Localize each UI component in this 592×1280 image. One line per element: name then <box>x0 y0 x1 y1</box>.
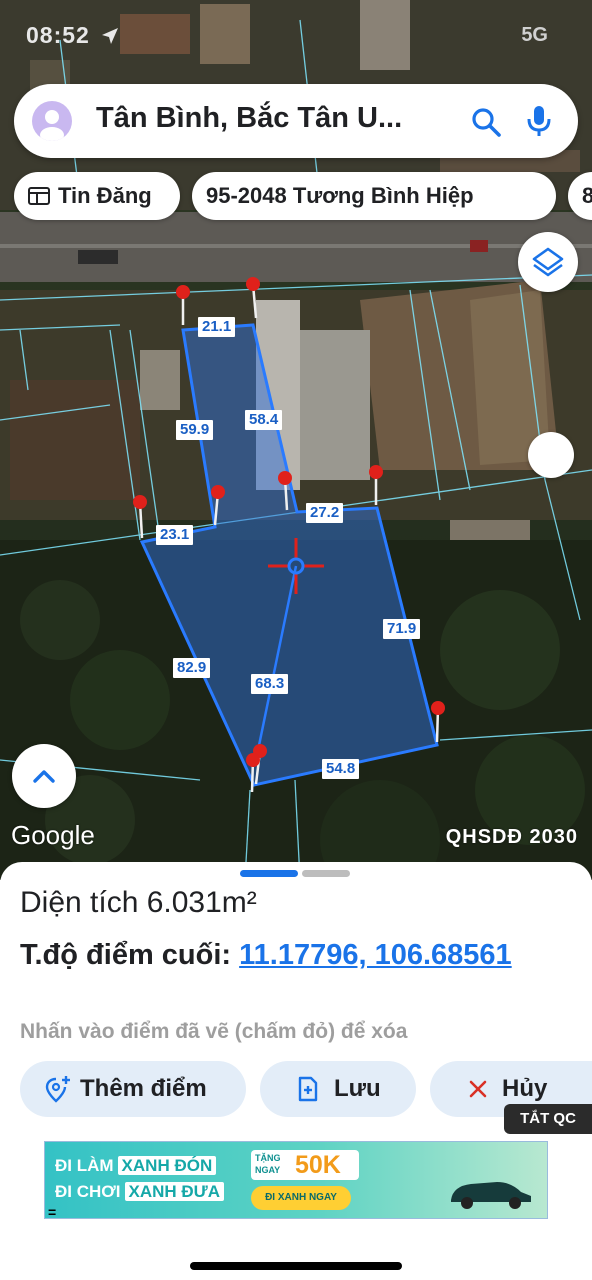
map-mode-label: QHSDĐ 2030 <box>445 826 578 848</box>
network-indicator: 5G <box>521 24 548 46</box>
layers-icon <box>532 247 564 277</box>
save-label: Lưu <box>334 1075 381 1102</box>
search-icon[interactable] <box>470 106 502 138</box>
chip-label: 95-2048 Tương Bình Hiệp <box>206 183 474 208</box>
sheet-page-indicator[interactable] <box>302 870 350 877</box>
measurement-label: 71.9 <box>383 619 421 639</box>
home-indicator[interactable] <box>190 1262 402 1270</box>
expand-button[interactable] <box>12 744 76 808</box>
side-panel-handle[interactable] <box>528 432 574 478</box>
coord-label: T.độ điểm cuối: <box>20 939 232 971</box>
last-point-coordinates: T.độ điểm cuối: 11.17796, 106.68561 <box>20 934 580 976</box>
ad-promo-big: 50K <box>295 1151 341 1179</box>
ad-line-1: ĐI LÀM XANH ĐÓN <box>55 1156 217 1176</box>
measurement-label: 59.9 <box>176 420 214 440</box>
ad-text: ĐI CHƠI <box>55 1182 121 1201</box>
screen: 21.1 59.9 58.4 27.2 23.1 71.9 82.9 68.3 … <box>0 0 592 1280</box>
satellite-map[interactable]: 21.1 59.9 58.4 27.2 23.1 71.9 82.9 68.3 … <box>0 0 592 880</box>
chip-tin-dang[interactable]: Tin Đăng <box>14 172 180 220</box>
chip-label: Tin Đăng <box>58 183 152 208</box>
measurement-label: 58.4 <box>245 410 283 430</box>
ad-banner[interactable]: ĐI LÀM XANH ĐÓN ĐI CHƠI XANH ĐƯA TẶNG NGAY… <box>44 1141 548 1219</box>
save-file-icon <box>298 1076 318 1102</box>
chevron-up-icon <box>33 770 55 783</box>
measurement-label: 23.1 <box>156 525 194 545</box>
hint-text: Nhấn vào điểm đã vẽ (chấm đỏ) để xóa <box>20 1020 408 1043</box>
ad-cta-button[interactable]: ĐI XANH NGAY <box>251 1186 351 1210</box>
chip-label: 81 <box>582 183 592 208</box>
google-logo: Google <box>11 820 95 850</box>
search-query[interactable]: Tân Bình, Bắc Tân U... <box>96 102 402 135</box>
listing-icon <box>28 187 50 205</box>
ad-promo-small: TẶNG NGAY <box>255 1153 281 1175</box>
measurement-label: 21.1 <box>198 317 236 337</box>
ad-text-box: XANH ĐƯA <box>124 1182 225 1201</box>
car-icon <box>451 1182 531 1209</box>
hide-ads-button[interactable]: TẮT QC <box>504 1104 592 1134</box>
chip-more[interactable]: 81 <box>568 172 592 220</box>
location-arrow-icon <box>102 28 118 44</box>
ad-text-box: XANH ĐÓN <box>117 1156 217 1175</box>
search-bar[interactable]: Tân Bình, Bắc Tân U... <box>14 84 578 158</box>
measurement-label: 82.9 <box>173 658 211 678</box>
chip-parcel[interactable]: 95-2048 Tương Bình Hiệp <box>192 172 556 220</box>
layers-button[interactable] <box>518 232 578 292</box>
area-value: Diện tích 6.031m² <box>20 886 257 919</box>
measurement-label: 27.2 <box>306 503 344 523</box>
close-icon <box>469 1080 487 1098</box>
save-button[interactable]: Lưu <box>260 1061 416 1117</box>
avatar[interactable] <box>32 101 72 141</box>
status-time: 08:52 <box>26 22 90 48</box>
add-point-label: Thêm điểm <box>80 1075 207 1102</box>
measurement-label: 54.8 <box>322 759 360 779</box>
ad-marker: = <box>48 1204 57 1219</box>
mic-icon[interactable] <box>524 104 554 138</box>
ad-promo: TẶNG NGAY 50K <box>251 1150 359 1180</box>
bottom-sheet: Diện tích 6.031m² T.độ điểm cuối: 11.177… <box>0 862 592 1280</box>
user-icon <box>40 110 64 141</box>
measurement-label: 68.3 <box>251 674 289 694</box>
ad-text: ĐI LÀM <box>55 1156 114 1175</box>
sheet-page-indicator-active[interactable] <box>240 870 298 877</box>
ad-line-2: ĐI CHƠI XANH ĐƯA <box>55 1182 225 1202</box>
add-location-icon <box>45 1076 70 1103</box>
status-bar: 08:52 5G <box>0 18 592 54</box>
add-point-button[interactable]: Thêm điểm <box>20 1061 246 1117</box>
coord-link[interactable]: 11.17796, 106.68561 <box>239 939 512 971</box>
filter-chips: Tin Đăng 95-2048 Tương Bình Hiệp 81 <box>14 172 592 220</box>
